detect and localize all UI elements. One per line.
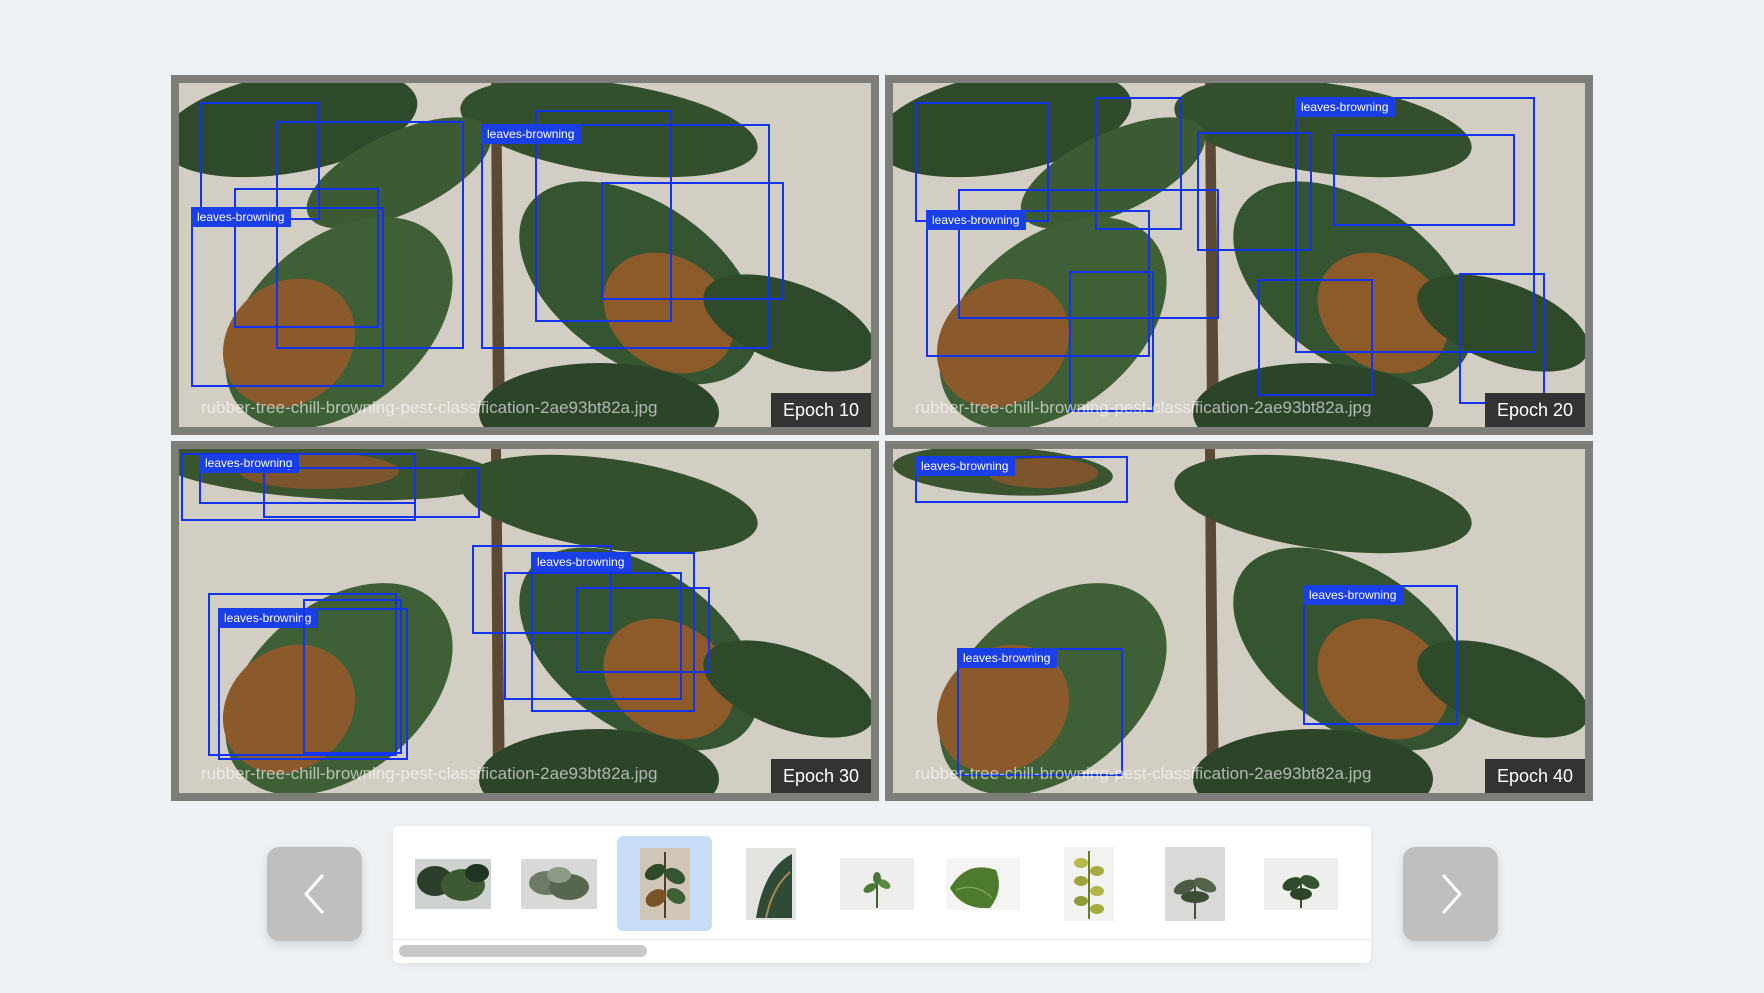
bounding-box (1258, 279, 1373, 396)
bounding-box (1459, 273, 1545, 404)
bounding-box (1069, 271, 1154, 412)
bounding-box (601, 182, 784, 300)
class-label: leaves-browning (191, 207, 292, 227)
class-label: leaves-browning (1303, 585, 1404, 605)
epoch-panel: leaves-browning leaves-browning rubber-t… (885, 75, 1593, 435)
epoch-label: Epoch 20 (1484, 393, 1585, 427)
class-label: leaves-browning (531, 552, 632, 572)
thumbnail-strip (393, 826, 1371, 963)
epoch-label: Epoch 40 (1484, 759, 1585, 793)
class-label: leaves-browning (926, 210, 1027, 230)
bounding-box (303, 599, 402, 754)
epoch-panel: leaves-browning leaves-browning leaves-b… (171, 441, 879, 801)
bounding-box (576, 587, 710, 673)
class-label: leaves-browning (1295, 97, 1396, 117)
class-label: leaves-browning (957, 648, 1058, 668)
epoch-panel: leaves-browning leaves-browning rubber-t… (171, 75, 879, 435)
thumbnail[interactable] (1147, 836, 1242, 931)
next-button[interactable] (1403, 847, 1498, 941)
thumbnail-selected[interactable] (617, 836, 712, 931)
class-label: leaves-browning (481, 124, 582, 144)
thumbnail-image (414, 858, 491, 909)
chevron-right-icon (1442, 874, 1461, 914)
thumbnail[interactable] (511, 836, 606, 931)
thumbnail-image (945, 857, 1020, 910)
thumbnail[interactable] (935, 836, 1030, 931)
bounding-box (1333, 134, 1515, 226)
thumbnail-image (1263, 857, 1338, 910)
epoch-label: Epoch 30 (770, 759, 871, 793)
thumbnail[interactable] (1253, 836, 1348, 931)
thumbnail[interactable] (405, 836, 500, 931)
thumbnail-image (745, 847, 796, 920)
thumbnail[interactable] (1041, 836, 1136, 931)
thumbnail[interactable] (829, 836, 924, 931)
thumbnail-image (1063, 846, 1114, 921)
thumbnail-image (639, 847, 690, 920)
bounding-box[interactable]: leaves-browning (957, 648, 1123, 776)
scrollbar-track (393, 939, 1371, 940)
thumbnail[interactable] (723, 836, 818, 931)
thumbnail-image (839, 857, 914, 910)
bounding-box[interactable]: leaves-browning (1303, 585, 1458, 725)
epoch-panel: leaves-browning leaves-browning leaves-b… (885, 441, 1593, 801)
bounding-box[interactable]: leaves-browning (915, 456, 1128, 503)
bounding-box (263, 467, 480, 518)
epoch-grid: leaves-browning leaves-browning rubber-t… (171, 75, 1593, 801)
chevron-left-icon (304, 874, 323, 914)
scrollbar-thumb[interactable] (399, 945, 647, 957)
thumbnail-image (520, 858, 597, 909)
class-label: leaves-browning (915, 456, 1016, 476)
epoch-label: Epoch 10 (770, 393, 871, 427)
bounding-box[interactable]: leaves-browning (191, 207, 384, 387)
thumbnail-image (1164, 846, 1225, 921)
prev-button[interactable] (267, 847, 362, 941)
